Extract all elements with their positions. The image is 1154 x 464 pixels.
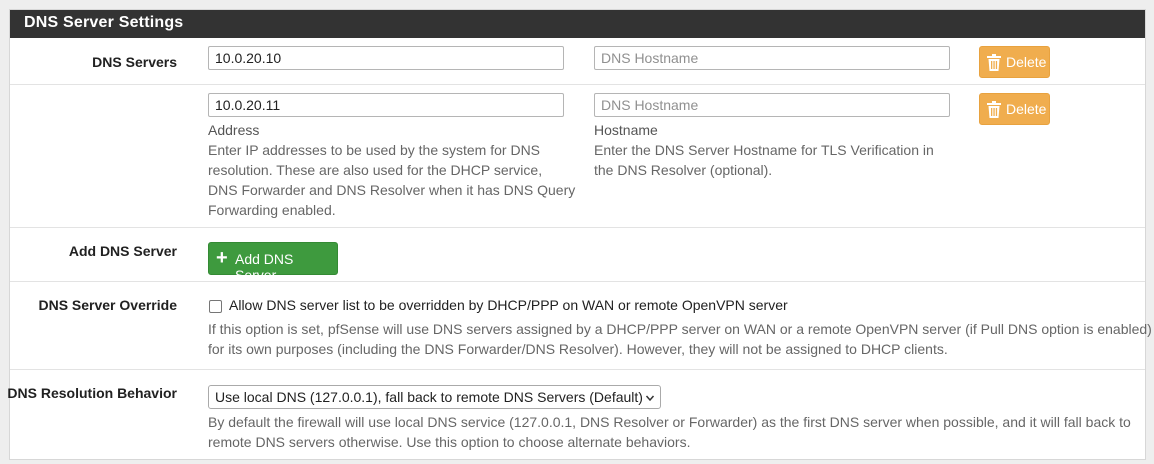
panel-title: DNS Server Settings (24, 14, 184, 31)
help-line: Enter IP addresses to be used by the sys… (208, 142, 541, 158)
dns-server-address-input[interactable] (208, 93, 564, 117)
delete-button[interactable]: Delete (979, 46, 1050, 78)
dns-server-row-1: DNS Servers Delete (10, 38, 1145, 85)
dns-server-row-2: Delete Address Enter IP addresses to be … (10, 85, 1145, 228)
help-line: remote DNS servers otherwise. Use this o… (208, 434, 691, 450)
help-line: the DNS Resolver (optional). (594, 162, 773, 178)
dns-server-override-label: DNS Server Override (38, 297, 177, 313)
dns-resolution-help-text: By default the firewall will use local D… (208, 412, 1143, 452)
help-line: resolution. These are also used for the … (208, 162, 543, 178)
dns-servers-label: DNS Servers (92, 54, 177, 70)
dns-resolution-selected-value: Use local DNS (127.0.0.1), fall back to … (215, 389, 643, 405)
dns-resolution-select[interactable]: Use local DNS (127.0.0.1), fall back to … (208, 385, 661, 409)
help-line: DNS Forwarder and DNS Resolver when it h… (208, 182, 576, 198)
panel-heading: DNS Server Settings (10, 10, 1145, 38)
dns-server-override-row: DNS Server Override Allow DNS server lis… (10, 282, 1152, 370)
dns-resolution-behavior-label: DNS Resolution Behavior (7, 385, 177, 401)
add-dns-server-row: Add DNS Server + Add DNS Server (10, 228, 1145, 283)
help-line: for its own purposes (including the DNS … (208, 341, 948, 357)
help-line: Forwarding enabled. (208, 202, 336, 218)
hostname-sublabel: Hostname (594, 122, 658, 138)
dns-hostname-input[interactable] (594, 46, 950, 70)
hostname-help-text: Enter the DNS Server Hostname for TLS Ve… (594, 140, 964, 180)
help-line: If this option is set, pfSense will use … (208, 321, 1152, 337)
dns-server-address-input[interactable] (208, 46, 564, 70)
dns-resolution-behavior-row: DNS Resolution Behavior Use local DNS (1… (7, 370, 1145, 460)
delete-button-label: Delete (1006, 54, 1047, 70)
help-line: Enter the DNS Server Hostname for TLS Ve… (594, 142, 934, 158)
dns-server-settings-panel: DNS Server Settings DNS Servers Delete D… (7, 9, 1152, 460)
chevron-down-icon (645, 391, 655, 407)
dns-override-help-text: If this option is set, pfSense will use … (208, 319, 1152, 359)
trash-icon (986, 101, 1002, 121)
delete-button-label: Delete (1006, 101, 1047, 117)
help-line: By default the firewall will use local D… (208, 414, 1131, 430)
add-dns-server-button-label: Add DNS Server (235, 251, 294, 283)
dns-override-checkbox[interactable] (209, 300, 222, 313)
dns-override-checkbox-label[interactable]: Allow DNS server list to be overridden b… (229, 297, 788, 313)
dns-hostname-input[interactable] (594, 93, 950, 117)
add-dns-server-label: Add DNS Server (68, 243, 177, 259)
add-dns-server-button[interactable]: + Add DNS Server (208, 242, 338, 283)
address-help-text: Enter IP addresses to be used by the sys… (208, 140, 578, 220)
delete-button[interactable]: Delete (979, 93, 1050, 125)
address-sublabel: Address (208, 122, 260, 138)
trash-icon (986, 54, 1002, 74)
plus-icon: + (216, 247, 228, 269)
